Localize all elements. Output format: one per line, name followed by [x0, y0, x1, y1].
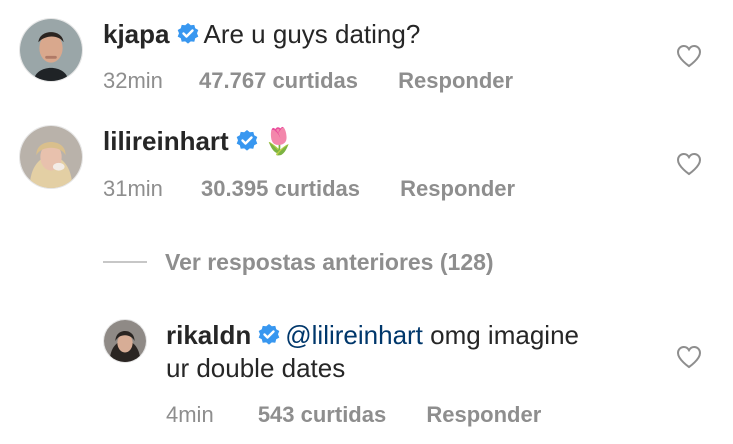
- verified-badge-icon: [177, 23, 198, 44]
- avatar-kjapa-image: [20, 19, 82, 81]
- reply-meta: 4min 543 curtidas Responder: [166, 401, 541, 429]
- comment-line: kjapa Are u guys dating?: [103, 17, 420, 51]
- heart-outline-icon[interactable]: [676, 152, 702, 176]
- reply-text: omg imagine: [422, 320, 579, 350]
- reply-line-1: rikaldn @lilireinhart omg imagine: [166, 318, 579, 352]
- reply-line-2: ur double dates: [166, 351, 345, 385]
- heart-outline-icon[interactable]: [676, 345, 702, 369]
- username-link[interactable]: rikaldn: [166, 320, 251, 350]
- comment-line: lilireinhart 🌷: [103, 124, 295, 158]
- likes-count[interactable]: 543 curtidas: [258, 401, 386, 429]
- username-link[interactable]: kjapa: [103, 19, 170, 49]
- comment-meta: 31min 30.395 curtidas Responder: [103, 175, 515, 203]
- avatar-rikaldn[interactable]: [103, 319, 147, 363]
- replies-divider: [103, 261, 147, 263]
- tulip-emoji: 🌷: [262, 126, 296, 156]
- avatar-lilireinhart[interactable]: [19, 125, 83, 189]
- comment-text: Are u guys dating?: [203, 19, 421, 49]
- view-replies-label: Ver respostas anteriores (128): [165, 248, 494, 275]
- avatar-kjapa[interactable]: [19, 18, 83, 82]
- verified-badge-icon: [258, 324, 280, 345]
- likes-count[interactable]: 47.767 curtidas: [199, 67, 358, 95]
- verified-badge-icon: [236, 130, 258, 151]
- reply-button[interactable]: Responder: [400, 175, 515, 203]
- comment-time: 32min: [103, 68, 163, 93]
- reply-text-continued: ur double dates: [166, 353, 346, 383]
- reply-button[interactable]: Responder: [426, 401, 541, 429]
- avatar-lilireinhart-image: [20, 126, 82, 188]
- reply-button[interactable]: Responder: [398, 67, 513, 95]
- view-previous-replies-button[interactable]: Ver respostas anteriores (128): [103, 245, 494, 279]
- comment-time: 31min: [103, 176, 163, 201]
- heart-outline-icon[interactable]: [676, 44, 702, 68]
- comment-meta: 32min 47.767 curtidas Responder: [103, 67, 513, 95]
- reply-time: 4min: [166, 402, 214, 427]
- username-link[interactable]: lilireinhart: [103, 126, 229, 156]
- avatar-rikaldn-image: [104, 320, 146, 362]
- mention-link[interactable]: @lilireinhart: [285, 320, 423, 350]
- likes-count[interactable]: 30.395 curtidas: [201, 175, 360, 203]
